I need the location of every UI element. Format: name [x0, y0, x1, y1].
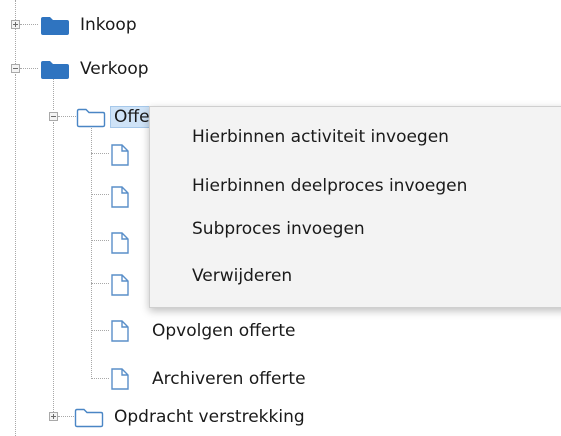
tree-node-document[interactable] [0, 270, 160, 300]
document-icon [110, 144, 130, 171]
tree-node-document[interactable] [0, 228, 160, 258]
tree-node-document[interactable] [0, 140, 160, 170]
folder-icon [74, 408, 104, 433]
folder-icon [40, 16, 70, 41]
context-menu: Hierbinnen activiteit invoegen Hierbinne… [149, 106, 561, 308]
document-icon [110, 320, 130, 347]
tree-node-document[interactable] [0, 182, 160, 212]
minus-icon[interactable] [11, 64, 20, 73]
document-icon [110, 274, 130, 301]
tree-node-label[interactable]: Verkoop [80, 59, 149, 79]
tree-node-archiveren-offerte[interactable]: Archiveren offerte [0, 364, 400, 394]
tree-node-label[interactable]: Opdracht verstrekking [114, 407, 305, 427]
document-icon [110, 186, 130, 213]
document-icon [110, 232, 130, 259]
tree-node-opvolgen-offerte[interactable]: Opvolgen offerte [0, 316, 400, 346]
tree-node-inkoop[interactable]: Inkoop [0, 10, 300, 40]
tree-node-label[interactable]: Opvolgen offerte [152, 321, 295, 341]
minus-icon[interactable] [49, 112, 58, 121]
plus-icon[interactable] [49, 412, 58, 421]
tree-node-label[interactable]: Inkoop [80, 15, 137, 35]
document-icon [110, 368, 130, 395]
menu-item-hierbinnen-activiteit-invoegen[interactable]: Hierbinnen activiteit invoegen [192, 125, 449, 149]
tree-node-verkoop[interactable]: Verkoop [0, 54, 300, 84]
menu-item-hierbinnen-deelproces-invoegen[interactable]: Hierbinnen deelproces invoegen [192, 174, 467, 198]
folder-icon [40, 60, 70, 85]
menu-item-subproces-invoegen[interactable]: Subproces invoegen [192, 217, 365, 241]
menu-item-verwijderen[interactable]: Verwijderen [192, 264, 292, 288]
tree-node-label[interactable]: Archiveren offerte [152, 369, 306, 389]
process-tree-view: Inkoop Verkoop Offertebeheer [0, 0, 561, 436]
plus-icon[interactable] [11, 20, 20, 29]
tree-node-opdracht-verstrekking[interactable]: Opdracht verstrekking [0, 404, 420, 434]
folder-icon [76, 108, 106, 133]
